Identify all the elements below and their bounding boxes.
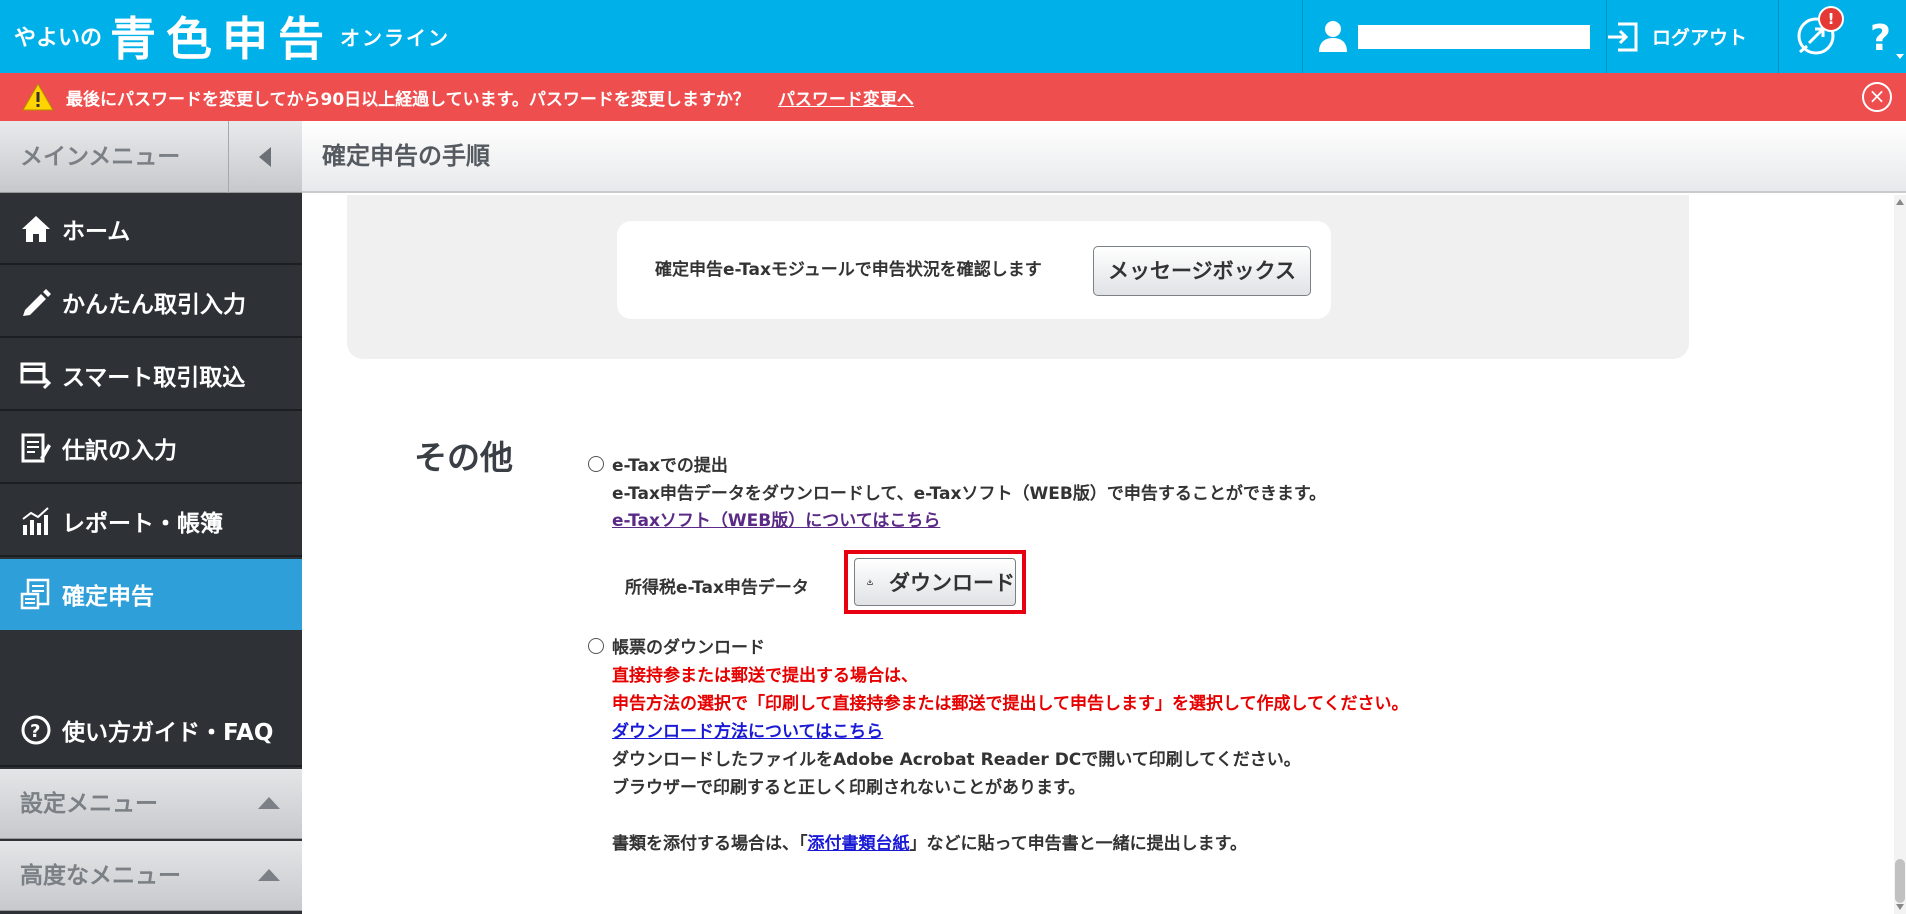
forms-warning-line1: 直接持参または郵送で提出する場合は、 <box>612 666 918 686</box>
user-name-field <box>1358 25 1590 49</box>
report-icon <box>22 506 49 535</box>
logout-button[interactable]: ログアウト <box>1606 0 1747 73</box>
warning-icon <box>22 83 54 111</box>
section-title-other: その他 <box>414 438 513 477</box>
sidebar: メインメニュー ホーム かんたん取引入力 スマート取引取込 仕訳の入力 レポート… <box>0 121 302 914</box>
etax-submit-option[interactable]: e-Taxでの提出 <box>588 451 728 476</box>
scrollbar-thumb[interactable] <box>1895 859 1905 903</box>
sidebar-item-reports[interactable]: レポート・帳簿 <box>0 486 302 557</box>
forms-radio[interactable] <box>588 637 604 654</box>
scroll-down-icon[interactable] <box>1896 904 1904 910</box>
message-box-card: 確定申告e-Taxモジュールで申告状況を確認します メッセージボックス <box>617 221 1331 319</box>
header-divider <box>1778 0 1779 73</box>
vertical-scrollbar[interactable] <box>1894 195 1906 914</box>
svg-text:?: ? <box>1870 18 1891 59</box>
message-box-description: 確定申告e-Taxモジュールで申告状況を確認します <box>655 260 1042 280</box>
import-icon <box>20 362 52 389</box>
sidebar-header: メインメニュー <box>0 121 302 193</box>
app-logo[interactable]: やよいの 青色申告 オンライン <box>14 6 450 66</box>
forms-radio-label: 帳票のダウンロード <box>612 638 765 658</box>
etax-radio-label: e-Taxでの提出 <box>612 456 728 476</box>
attach-documents-note: 書類を添付する場合は、「添付書類台紙」などに貼って申告書と一緒に提出します。 <box>612 829 1247 854</box>
sidebar-item-label: スマート取引取込 <box>62 364 246 391</box>
download-button-label: ダウンロード <box>889 571 1015 595</box>
forms-instruction-line1: ダウンロードしたファイルをAdobe Acrobat Reader DCで開いて… <box>612 750 1301 770</box>
sidebar-item-label: かんたん取引入力 <box>62 291 246 318</box>
sidebar-item-guide-faq[interactable]: ? 使い方ガイド・FAQ <box>0 695 302 767</box>
chevron-up-icon <box>258 869 280 881</box>
app-header: やよいの 青色申告 オンライン ログアウト ! ? <box>0 0 1906 73</box>
logout-label: ログアウト <box>1652 27 1748 49</box>
settings-menu-toggle[interactable]: 設定メニュー <box>0 769 302 839</box>
sidebar-item-label: ホーム <box>62 218 131 245</box>
etax-software-link[interactable]: e-Taxソフト（WEB版）についてはこちら <box>612 506 940 531</box>
download-icon <box>867 579 873 585</box>
settings-menu-label: 設定メニュー <box>20 791 158 817</box>
help-circle-icon: ? <box>21 715 51 745</box>
advanced-menu-toggle[interactable]: 高度なメニュー <box>0 841 302 911</box>
sidebar-item-label: 確定申告 <box>62 583 154 610</box>
attach-prefix: 書類を添付する場合は、「 <box>612 834 808 854</box>
sidebar-collapse-button[interactable] <box>228 121 302 193</box>
etax-module-panel: 確定申告e-Taxモジュールで申告状況を確認します メッセージボックス <box>347 195 1689 359</box>
sidebar-item-label: レポート・帳簿 <box>62 510 223 537</box>
sidebar-item-journal[interactable]: 仕訳の入力 <box>0 413 302 484</box>
logout-icon <box>1608 22 1638 51</box>
alert-message: 最後にパスワードを変更してから90日以上経過しています。パスワードを変更しますか… <box>66 89 750 110</box>
download-button[interactable]: ダウンロード <box>854 558 1016 606</box>
advanced-menu-label: 高度なメニュー <box>20 863 181 889</box>
password-alert-bar: 最後にパスワードを変更してから90日以上経過しています。パスワードを変更しますか… <box>0 73 1906 121</box>
brand-big: 青色申告 <box>110 12 335 66</box>
journal-icon <box>21 433 51 462</box>
chevron-left-icon <box>259 147 271 167</box>
sidebar-item-tax-return[interactable]: 確定申告 <box>0 559 302 630</box>
forms-warning-line2: 申告方法の選択で「印刷して直接持参または郵送で提出して申告します」を選択して作成… <box>612 694 1409 714</box>
etax-radio[interactable] <box>588 455 604 472</box>
etax-description: e-Tax申告データをダウンロードして、e-Taxソフト（WEB版）で申告するこ… <box>612 484 1327 504</box>
forms-instruction-line2: ブラウザーで印刷すると正しく印刷されないことがあります。 <box>612 778 1086 798</box>
brand-small: やよいの <box>14 26 103 51</box>
svg-text:?: ? <box>30 721 40 742</box>
change-password-link[interactable]: パスワード変更へ <box>778 85 914 110</box>
page-title: 確定申告の手順 <box>322 142 490 170</box>
tax-return-icon <box>20 578 50 609</box>
home-icon <box>22 215 50 242</box>
message-box-button[interactable]: メッセージボックス <box>1093 246 1311 296</box>
pencil-icon <box>23 288 51 316</box>
attach-suffix: 」などに貼って申告書と一緒に提出します。 <box>909 834 1247 854</box>
download-method-link[interactable]: ダウンロード方法についてはこちら <box>612 717 883 742</box>
sidebar-item-label: 仕訳の入力 <box>62 437 177 464</box>
forms-download-option[interactable]: 帳票のダウンロード <box>588 633 765 658</box>
sidebar-title: メインメニュー <box>20 144 181 170</box>
attachment-form-link[interactable]: 添付書類台紙 <box>808 834 910 854</box>
brand-online: オンライン <box>340 25 451 50</box>
user-icon <box>1319 21 1347 52</box>
main-content: 確定申告の手順 確定申告e-Taxモジュールで申告状況を確認します メッセージボ… <box>302 121 1906 914</box>
close-icon[interactable]: × <box>1862 82 1892 112</box>
help-icon[interactable]: ? <box>1862 10 1906 64</box>
scroll-up-icon[interactable] <box>1896 199 1904 205</box>
notification-badge: ! <box>1818 6 1844 32</box>
page-header: 確定申告の手順 <box>302 121 1906 193</box>
sidebar-item-label: 使い方ガイド・FAQ <box>62 720 274 746</box>
sidebar-item-smart-import[interactable]: スマート取引取込 <box>0 340 302 411</box>
sidebar-item-home[interactable]: ホーム <box>0 194 302 265</box>
etax-data-label: 所得税e-Tax申告データ <box>625 578 809 598</box>
sidebar-item-easy-entry[interactable]: かんたん取引入力 <box>0 267 302 338</box>
chevron-up-icon <box>258 797 280 809</box>
header-divider <box>1302 0 1303 73</box>
